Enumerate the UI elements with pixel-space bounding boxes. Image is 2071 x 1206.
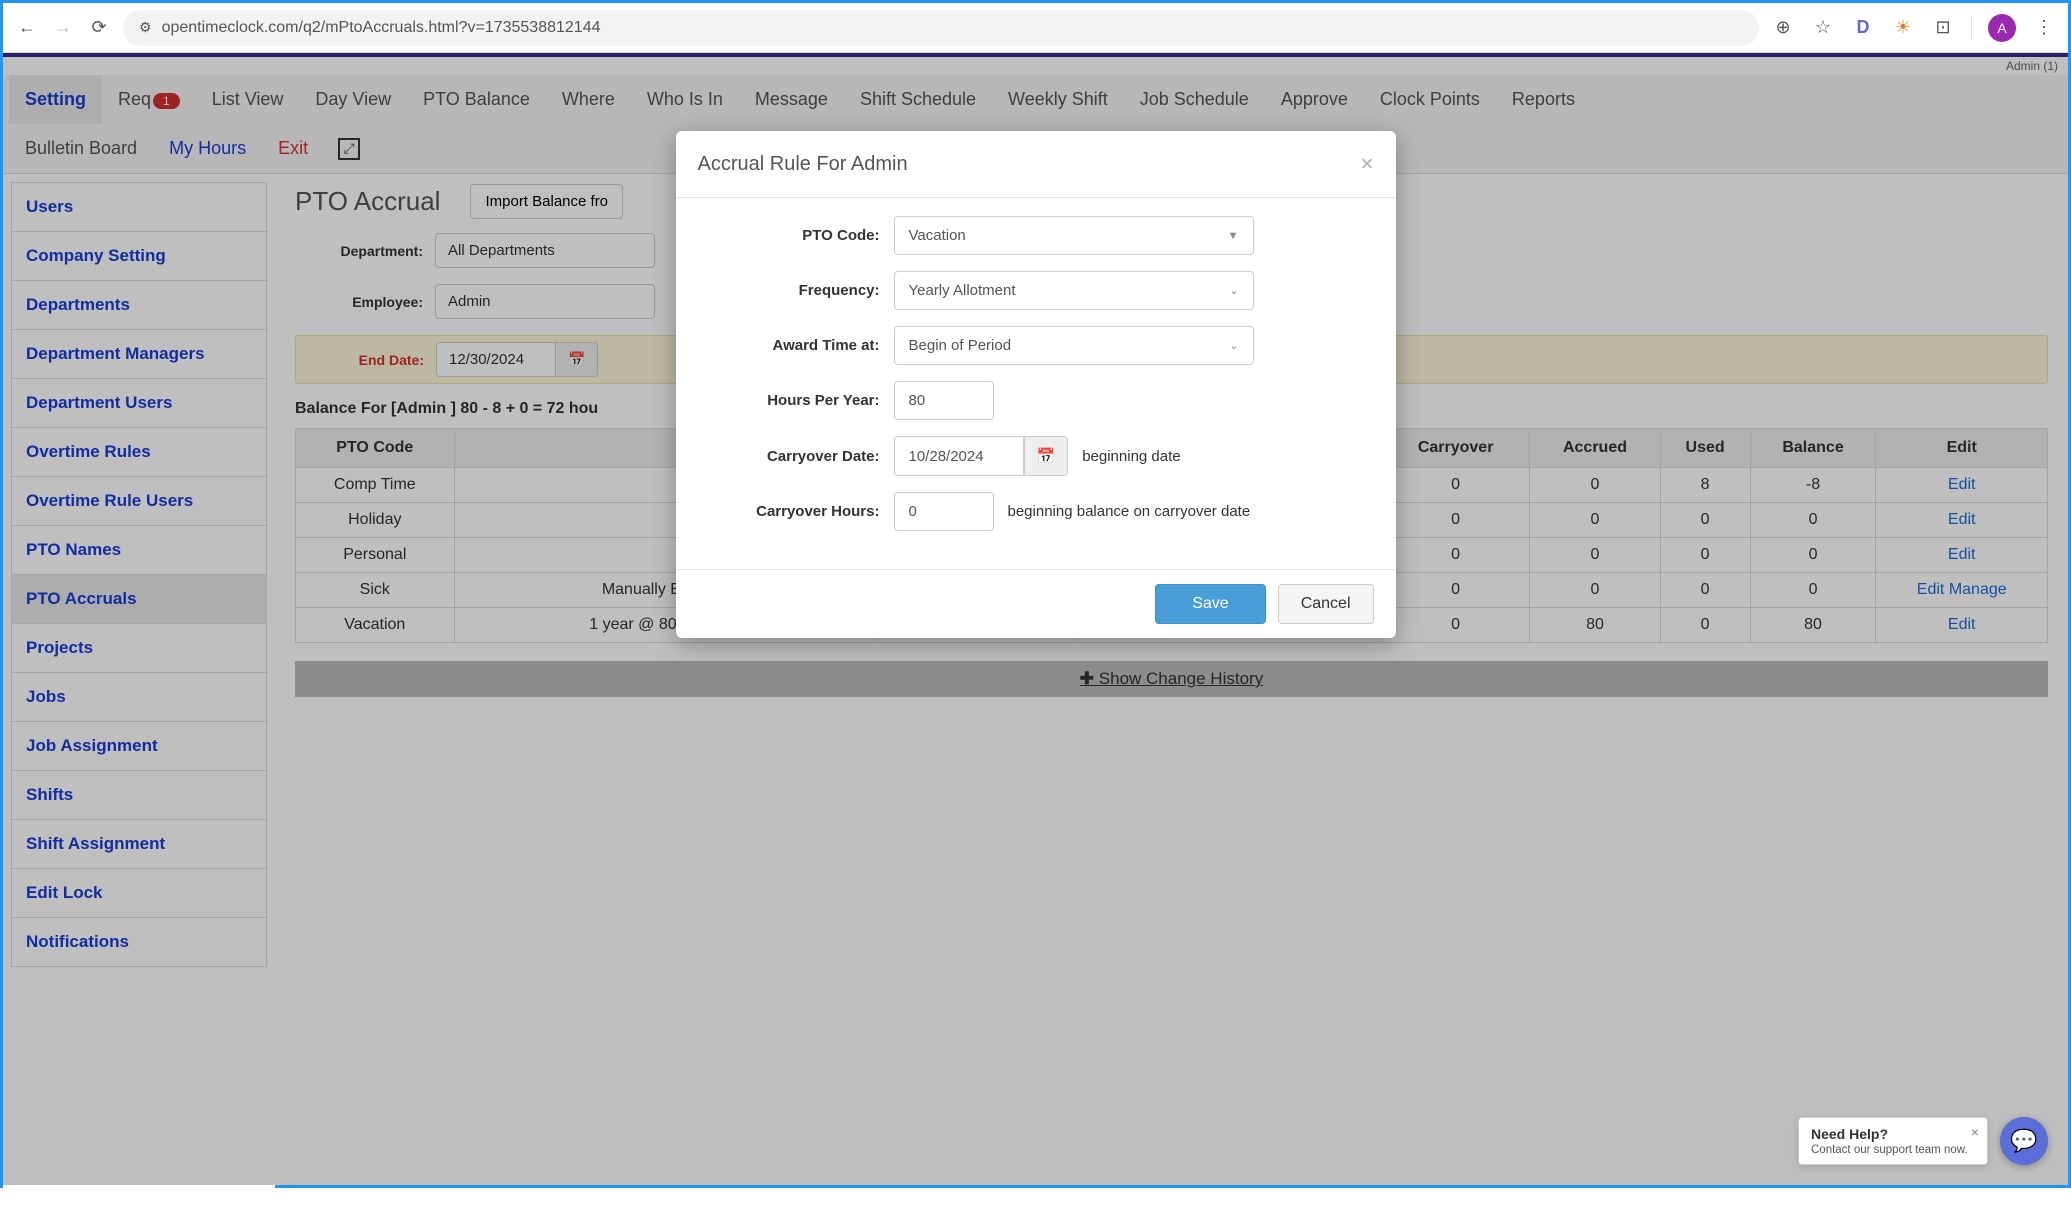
chevron-down-icon: ⌄ [1229,284,1238,297]
chevron-down-icon: ▼ [1228,230,1239,242]
help-widget: × Need Help? Contact our support team no… [1798,1117,2048,1165]
carryover-date-input[interactable] [894,436,1024,476]
carryover-hours-input[interactable] [894,492,994,531]
install-icon[interactable]: ⊕ [1771,16,1795,40]
pto-code-label: PTO Code: [700,227,880,244]
help-sub: Contact our support team now. [1811,1144,1975,1156]
kebab-icon[interactable]: ⋮ [2032,16,2056,40]
browser-chrome: ← → ⟳ ⚙ opentimeclock.com/q2/mPtoAccrual… [3,3,2068,53]
modal-close-button[interactable]: × [1361,151,1374,177]
frequency-select[interactable]: Yearly Allotment ⌄ [894,271,1254,310]
forward-icon[interactable]: → [51,16,75,40]
ext-sun-icon[interactable]: ☀ [1891,16,1915,40]
frequency-label: Frequency: [700,282,880,299]
help-card[interactable]: × Need Help? Contact our support team no… [1798,1117,1988,1165]
beginning-balance-text: beginning balance on carryover date [1008,503,1251,520]
cancel-button[interactable]: Cancel [1278,584,1374,624]
modal-title: Accrual Rule For Admin [698,153,908,176]
reload-icon[interactable]: ⟳ [87,16,111,40]
save-button[interactable]: Save [1155,584,1265,624]
award-time-value: Begin of Period [909,337,1012,354]
carryover-date-calendar-button[interactable]: 📅 [1024,436,1069,476]
bookmark-icon[interactable]: ☆ [1811,16,1835,40]
carryover-date-label: Carryover Date: [700,448,880,465]
pto-code-value: Vacation [909,227,966,244]
profile-avatar[interactable]: A [1988,14,2016,42]
ext-d-icon[interactable]: D [1851,16,1875,40]
url-bar[interactable]: ⚙ opentimeclock.com/q2/mPtoAccruals.html… [123,10,1759,46]
back-icon[interactable]: ← [15,16,39,40]
help-close-icon[interactable]: × [1971,1124,1979,1140]
calendar-icon: 📅 [1037,448,1056,465]
help-title: Need Help? [1811,1126,1975,1142]
url-text: opentimeclock.com/q2/mPtoAccruals.html?v… [162,19,601,37]
carryover-hours-label: Carryover Hours: [700,503,880,520]
hours-per-year-input[interactable] [894,381,994,420]
award-time-label: Award Time at: [700,337,880,354]
hours-per-year-label: Hours Per Year: [700,392,880,409]
extensions-icon[interactable]: ⊡ [1931,16,1955,40]
chat-bubble-icon[interactable]: 💬 [2000,1117,2048,1165]
chevron-down-icon: ⌄ [1229,339,1238,352]
site-settings-icon[interactable]: ⚙ [139,19,152,36]
award-time-select[interactable]: Begin of Period ⌄ [894,326,1254,365]
frequency-value: Yearly Allotment [909,282,1016,299]
pto-code-select[interactable]: Vacation ▼ [894,216,1254,255]
accrual-rule-modal: Accrual Rule For Admin × PTO Code: Vacat… [676,131,1396,638]
beginning-date-text: beginning date [1082,448,1180,465]
